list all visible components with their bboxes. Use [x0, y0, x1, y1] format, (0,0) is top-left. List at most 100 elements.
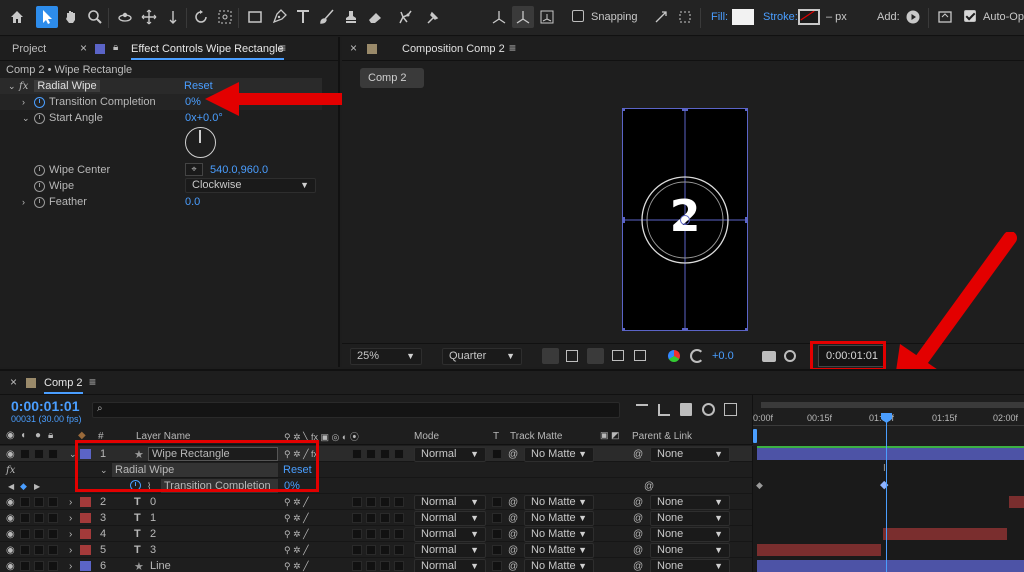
panel-menu-icon[interactable]: ≡ — [279, 41, 286, 55]
twirl-right-icon[interactable]: › — [22, 197, 30, 207]
show-snapshot-icon[interactable] — [784, 350, 796, 362]
snapshot-camera-icon[interactable] — [762, 351, 776, 362]
grid-guides-icon[interactable] — [634, 350, 646, 361]
axis-view-icon[interactable] — [536, 6, 558, 28]
layer-duration-bar[interactable] — [757, 560, 1024, 572]
twirl-down-icon[interactable]: ⌄ — [8, 81, 16, 92]
pick-whip-icon[interactable]: @ — [633, 495, 643, 509]
fill-swatch[interactable] — [732, 9, 754, 25]
layer-row-3[interactable]: ◉ › 3 T 1 ⚲ ✲ ╱ Normal ▼ @ No Matte ▼ @ No… — [0, 510, 752, 526]
type-tool-icon[interactable] — [292, 6, 314, 28]
matte-spiral-icon[interactable]: @ — [508, 527, 518, 541]
stopwatch-icon[interactable] — [34, 112, 45, 124]
parent-dropdown[interactable]: None ▼ — [650, 495, 730, 510]
comp-preview[interactable]: 2 — [622, 108, 748, 331]
parent-dropdown[interactable]: None ▼ — [650, 511, 730, 526]
stopwatch-icon[interactable] — [34, 164, 45, 176]
blend-mode-dropdown[interactable]: Normal ▼ — [414, 511, 486, 526]
clone-stamp-icon[interactable] — [340, 6, 362, 28]
layer-switches[interactable]: ⚲ ✲ ╱ — [284, 559, 309, 572]
blend-mode-dropdown[interactable]: Normal ▼ — [414, 447, 486, 462]
angle-dial[interactable] — [185, 127, 216, 158]
track-matte-dropdown[interactable]: No Matte ▼ — [524, 511, 594, 526]
keyframe-diamond-icon[interactable]: ◆ — [880, 478, 888, 491]
track-matte-dropdown[interactable]: No Matte ▼ — [524, 495, 594, 510]
layer-label-color[interactable] — [80, 561, 91, 571]
stopwatch-icon[interactable] — [34, 180, 45, 192]
fx-icon[interactable]: fx — [19, 81, 28, 92]
pick-whip-icon[interactable]: @ — [633, 559, 643, 572]
twirl-right-icon[interactable]: › — [22, 97, 30, 107]
region-of-interest-icon[interactable] — [612, 350, 624, 361]
work-area-bar[interactable] — [761, 402, 1024, 408]
layer-row-2[interactable]: ◉ › 2 T 0 ⚲ ✲ ╱ Normal ▼ @ No Matte ▼ @ No… — [0, 494, 752, 510]
timeline-timecode[interactable]: 0:00:01:01 — [11, 398, 80, 414]
layer-label-color[interactable] — [80, 497, 91, 507]
pan-camera-icon[interactable] — [138, 6, 160, 28]
wipe-direction-dropdown[interactable]: Clockwise ▼ — [185, 178, 316, 193]
brush-tool-icon[interactable] — [316, 6, 338, 28]
add-play-icon[interactable] — [902, 6, 924, 28]
color-channels-icon[interactable] — [668, 350, 680, 362]
layer-duration-bar[interactable] — [757, 448, 1024, 460]
layer-label-color[interactable] — [80, 529, 91, 539]
matte-spiral-icon[interactable]: @ — [508, 543, 518, 557]
pick-whip-icon[interactable]: @ — [633, 543, 643, 557]
keyframe-diamond-icon[interactable]: ◆ — [20, 479, 27, 493]
twirl-right-icon[interactable]: › — [69, 495, 72, 509]
eye-icon[interactable]: ◉ — [6, 543, 15, 557]
eye-icon[interactable]: ◉ — [6, 447, 15, 461]
pick-whip-icon[interactable]: @ — [633, 527, 643, 541]
transition-completion-value[interactable]: 0% — [185, 96, 201, 108]
timeline-tracks[interactable]: I ◆ ◆ — [752, 446, 1024, 572]
anchor-point-icon[interactable] — [680, 215, 690, 225]
layer-name[interactable]: 0 — [150, 495, 156, 509]
track-matte-dropdown[interactable]: No Matte ▼ — [524, 559, 594, 572]
layer-name[interactable]: 3 — [150, 543, 156, 557]
parent-dropdown[interactable]: None ▼ — [650, 447, 730, 462]
expression-pick-whip-icon[interactable]: @ — [644, 479, 654, 493]
prev-keyframe-icon[interactable]: ◀ — [8, 479, 14, 493]
matte-spiral-icon[interactable]: @ — [508, 559, 518, 572]
playhead-line[interactable] — [886, 415, 887, 572]
timeline-search-input[interactable]: ⌕ — [92, 402, 620, 418]
effect-name[interactable]: Radial Wipe — [34, 80, 100, 92]
hand-tool-icon[interactable] — [60, 6, 82, 28]
graph-editor-icon[interactable] — [724, 403, 737, 416]
parent-dropdown[interactable]: None ▼ — [650, 527, 730, 542]
lock-icon[interactable]: 🔒︎ — [113, 42, 118, 53]
track-matte-dropdown[interactable]: No Matte ▼ — [524, 447, 594, 462]
layer-label-color[interactable] — [80, 545, 91, 555]
layer-name[interactable]: Line — [150, 559, 171, 572]
next-keyframe-icon[interactable]: ▶ — [34, 479, 40, 493]
blend-mode-dropdown[interactable]: Normal ▼ — [414, 543, 486, 558]
pick-whip-icon[interactable]: @ — [633, 447, 643, 461]
parent-dropdown[interactable]: None ▼ — [650, 543, 730, 558]
feather-value[interactable]: 0.0 — [185, 196, 200, 208]
rectangle-tool-icon[interactable] — [244, 6, 266, 28]
close-icon[interactable]: × — [10, 375, 17, 389]
eye-icon[interactable]: ◉ — [6, 495, 15, 509]
crosshair-point-icon[interactable]: ⌖ — [185, 163, 203, 176]
layer-row-4[interactable]: ◉ › 4 T 2 ⚲ ✲ ╱ Normal ▼ @ No Matte ▼ @ No… — [0, 526, 752, 542]
blend-mode-dropdown[interactable]: Normal ▼ — [414, 527, 486, 542]
twirl-down-icon[interactable]: ⌄ — [22, 113, 30, 124]
layer-duration-bar[interactable] — [757, 544, 881, 556]
mask-visibility-icon[interactable] — [587, 348, 604, 364]
motion-blur-icon[interactable] — [702, 403, 715, 416]
draft-3d-icon[interactable] — [658, 404, 670, 416]
comp-mini-flowchart-icon[interactable] — [636, 404, 648, 416]
comp-breadcrumb-tab[interactable]: Comp 2 — [360, 68, 424, 88]
parent-dropdown[interactable]: None ▼ — [650, 559, 730, 572]
eraser-tool-icon[interactable] — [364, 6, 386, 28]
stroke-swatch[interactable] — [798, 9, 820, 25]
track-matte-dropdown[interactable]: No Matte ▼ — [524, 543, 594, 558]
rotation-tool-icon[interactable] — [190, 6, 212, 28]
fx-icon[interactable]: fx — [6, 463, 15, 477]
track-matte-dropdown[interactable]: No Matte ▼ — [524, 527, 594, 542]
tab-timeline-comp[interactable]: Comp 2 — [44, 377, 83, 394]
zoom-tool-icon[interactable] — [84, 6, 106, 28]
axis-world-icon[interactable] — [512, 6, 534, 28]
resolution-dropdown[interactable]: Quarter ▼ — [442, 348, 522, 365]
magnification-dropdown[interactable]: 25% ▼ — [350, 348, 422, 365]
